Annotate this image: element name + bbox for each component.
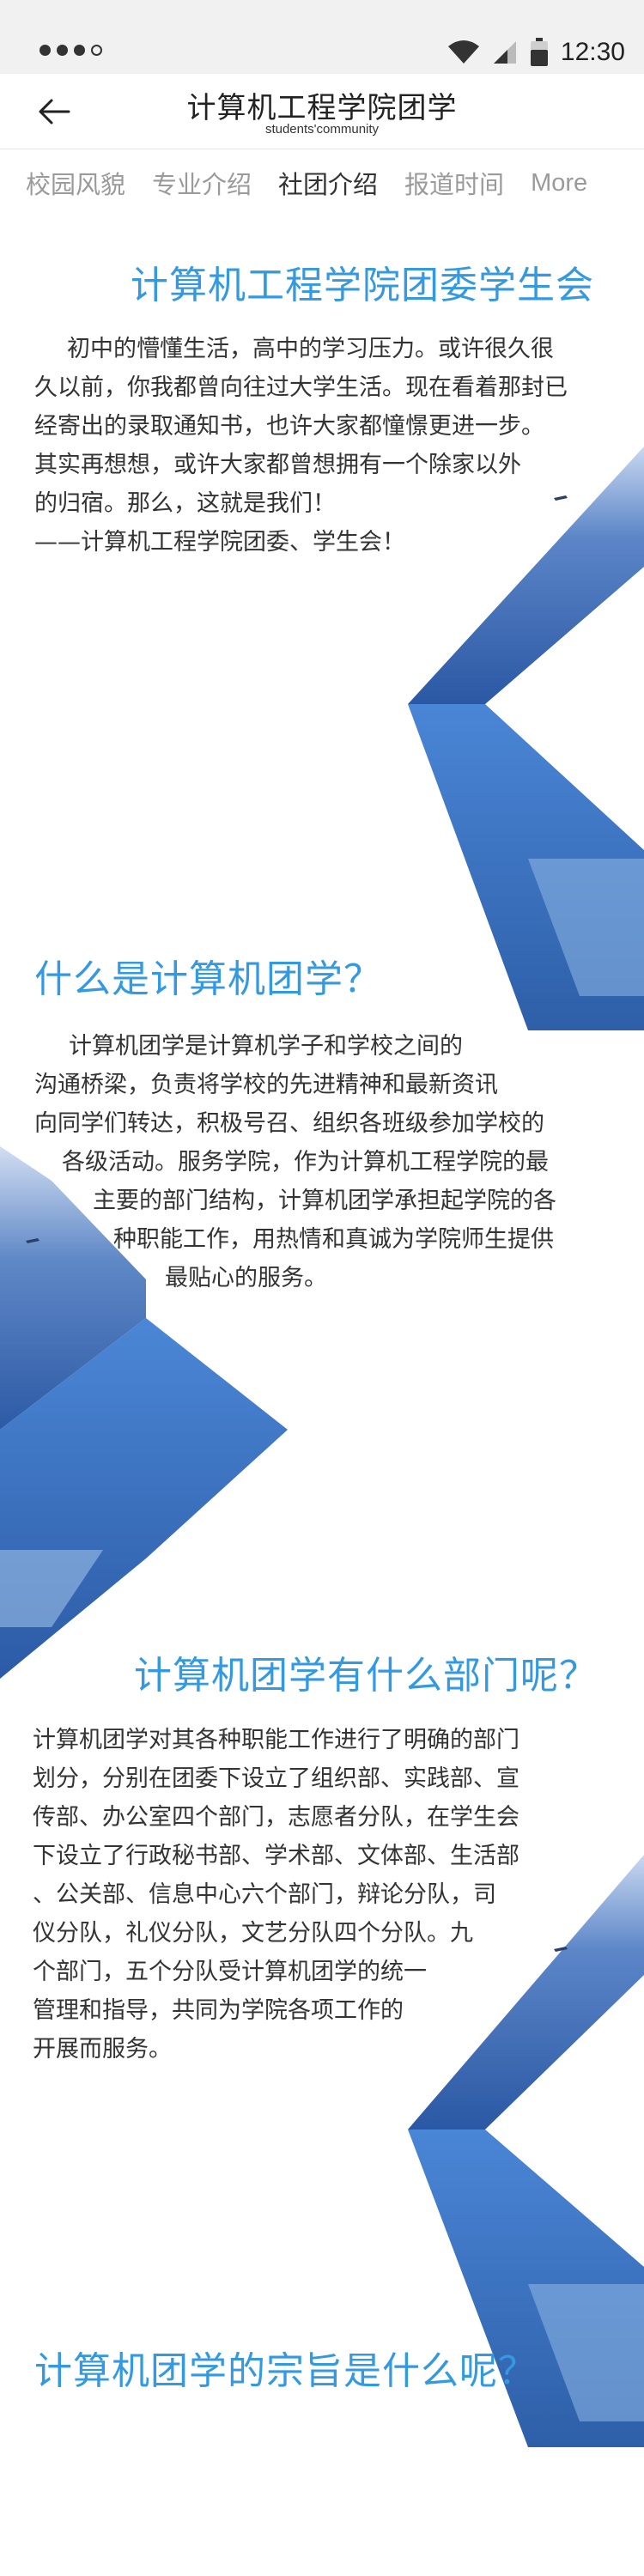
text-line: 其实再想想，或许大家都曾想拥有一个除家以外	[34, 452, 521, 478]
page-subtitle: students'community	[264, 122, 380, 137]
section-text-departments: 计算机团学对其各种职能工作进行了明确的部门 划分，分别在团委下设立了组织部、实践…	[33, 1721, 519, 2069]
text-line: 开展而服务。	[33, 2036, 172, 2063]
text-line: 传部、办公室四个部门，志愿者分队，在学生会	[33, 1804, 519, 1831]
text-line: 仪分队，礼仪分队，文艺分队四个分队。九	[33, 1920, 473, 1947]
tab-more[interactable]: More	[531, 169, 587, 197]
text-line: ——计算机工程学院团委、学生会！	[34, 529, 405, 556]
tab-clubs[interactable]: 社团介绍	[278, 165, 378, 201]
tab-campus[interactable]: 校园风貌	[26, 165, 125, 201]
tab-bar: 校园风貌 专业介绍 社团介绍 报道时间 More	[0, 149, 644, 216]
text-line: 向同学们转达，积极号召、组织各班级参加学校的	[34, 1110, 544, 1137]
section-title-student-union: 计算机工程学院团委学生会	[131, 264, 594, 307]
text-line: 种职能工作，用热情和真诚为学院师生提供	[113, 1226, 554, 1253]
signal-dots-icon	[39, 45, 102, 56]
text-line: 、公关部、信息中心六个部门，辩论分队，司	[33, 1881, 496, 1908]
text-line: 沟通桥梁，负责将学校的先进精神和最新资讯	[34, 1072, 498, 1098]
text-line: 计算机团学是计算机学子和学校之间的	[69, 1033, 463, 1060]
tab-registration[interactable]: 报道时间	[404, 165, 504, 201]
section-title-departments: 计算机团学有什么部门呢？	[134, 1654, 598, 1698]
text-line: 划分，分别在团委下设立了组织部、实践部、宣	[33, 1765, 519, 1792]
text-line: 主要的部门结构，计算机团学承担起学院的各	[93, 1188, 556, 1214]
status-right: 12:30	[447, 38, 625, 67]
status-time: 12:30	[560, 38, 625, 66]
battery-icon	[530, 38, 548, 66]
text-line: 初中的懵懂生活，高中的学习压力。或许很久很	[67, 336, 554, 362]
text-line: 管理和指导，共同为学院各项工作的	[33, 1997, 404, 2024]
text-line: 各级活动。服务学院，作为计算机工程学院的最	[62, 1149, 549, 1176]
wifi-icon	[447, 40, 479, 64]
app-header: 计算机工程学院团学 students'community	[0, 74, 644, 149]
status-bar: 12:30	[0, 0, 644, 74]
text-line: 经寄出的录取通知书，也许大家都憧憬更进一步。	[34, 413, 544, 440]
text-line: 的归宿。那么，这就是我们！	[34, 490, 336, 517]
text-line: 个部门，五个分队受计算机团学的统一	[33, 1959, 427, 1985]
text-line: 下设立了行政秘书部、学术部、文体部、生活部	[33, 1843, 519, 1869]
text-line: 最贴心的服务。	[165, 1265, 327, 1291]
section-title-purpose: 计算机团学的宗旨是什么呢？	[34, 2349, 537, 2393]
tab-majors[interactable]: 专业介绍	[152, 165, 252, 201]
section-text-what-is: 计算机团学是计算机学子和学校之间的 沟通桥梁，负责将学校的先进精神和最新资讯 向…	[34, 1027, 556, 1297]
page-title: 计算机工程学院团学	[186, 91, 458, 125]
section-text-student-union: 初中的懵懂生活，高中的学习压力。或许很久很 久以前，你我都曾向往过大学生活。现在…	[34, 330, 568, 562]
text-line: 计算机团学对其各种职能工作进行了明确的部门	[33, 1727, 519, 1753]
section-title-what-is: 什么是计算机团学？	[34, 957, 382, 1001]
text-line: 久以前，你我都曾向往过大学生活。现在看着那封已	[34, 374, 568, 401]
cellular-icon	[493, 41, 516, 64]
